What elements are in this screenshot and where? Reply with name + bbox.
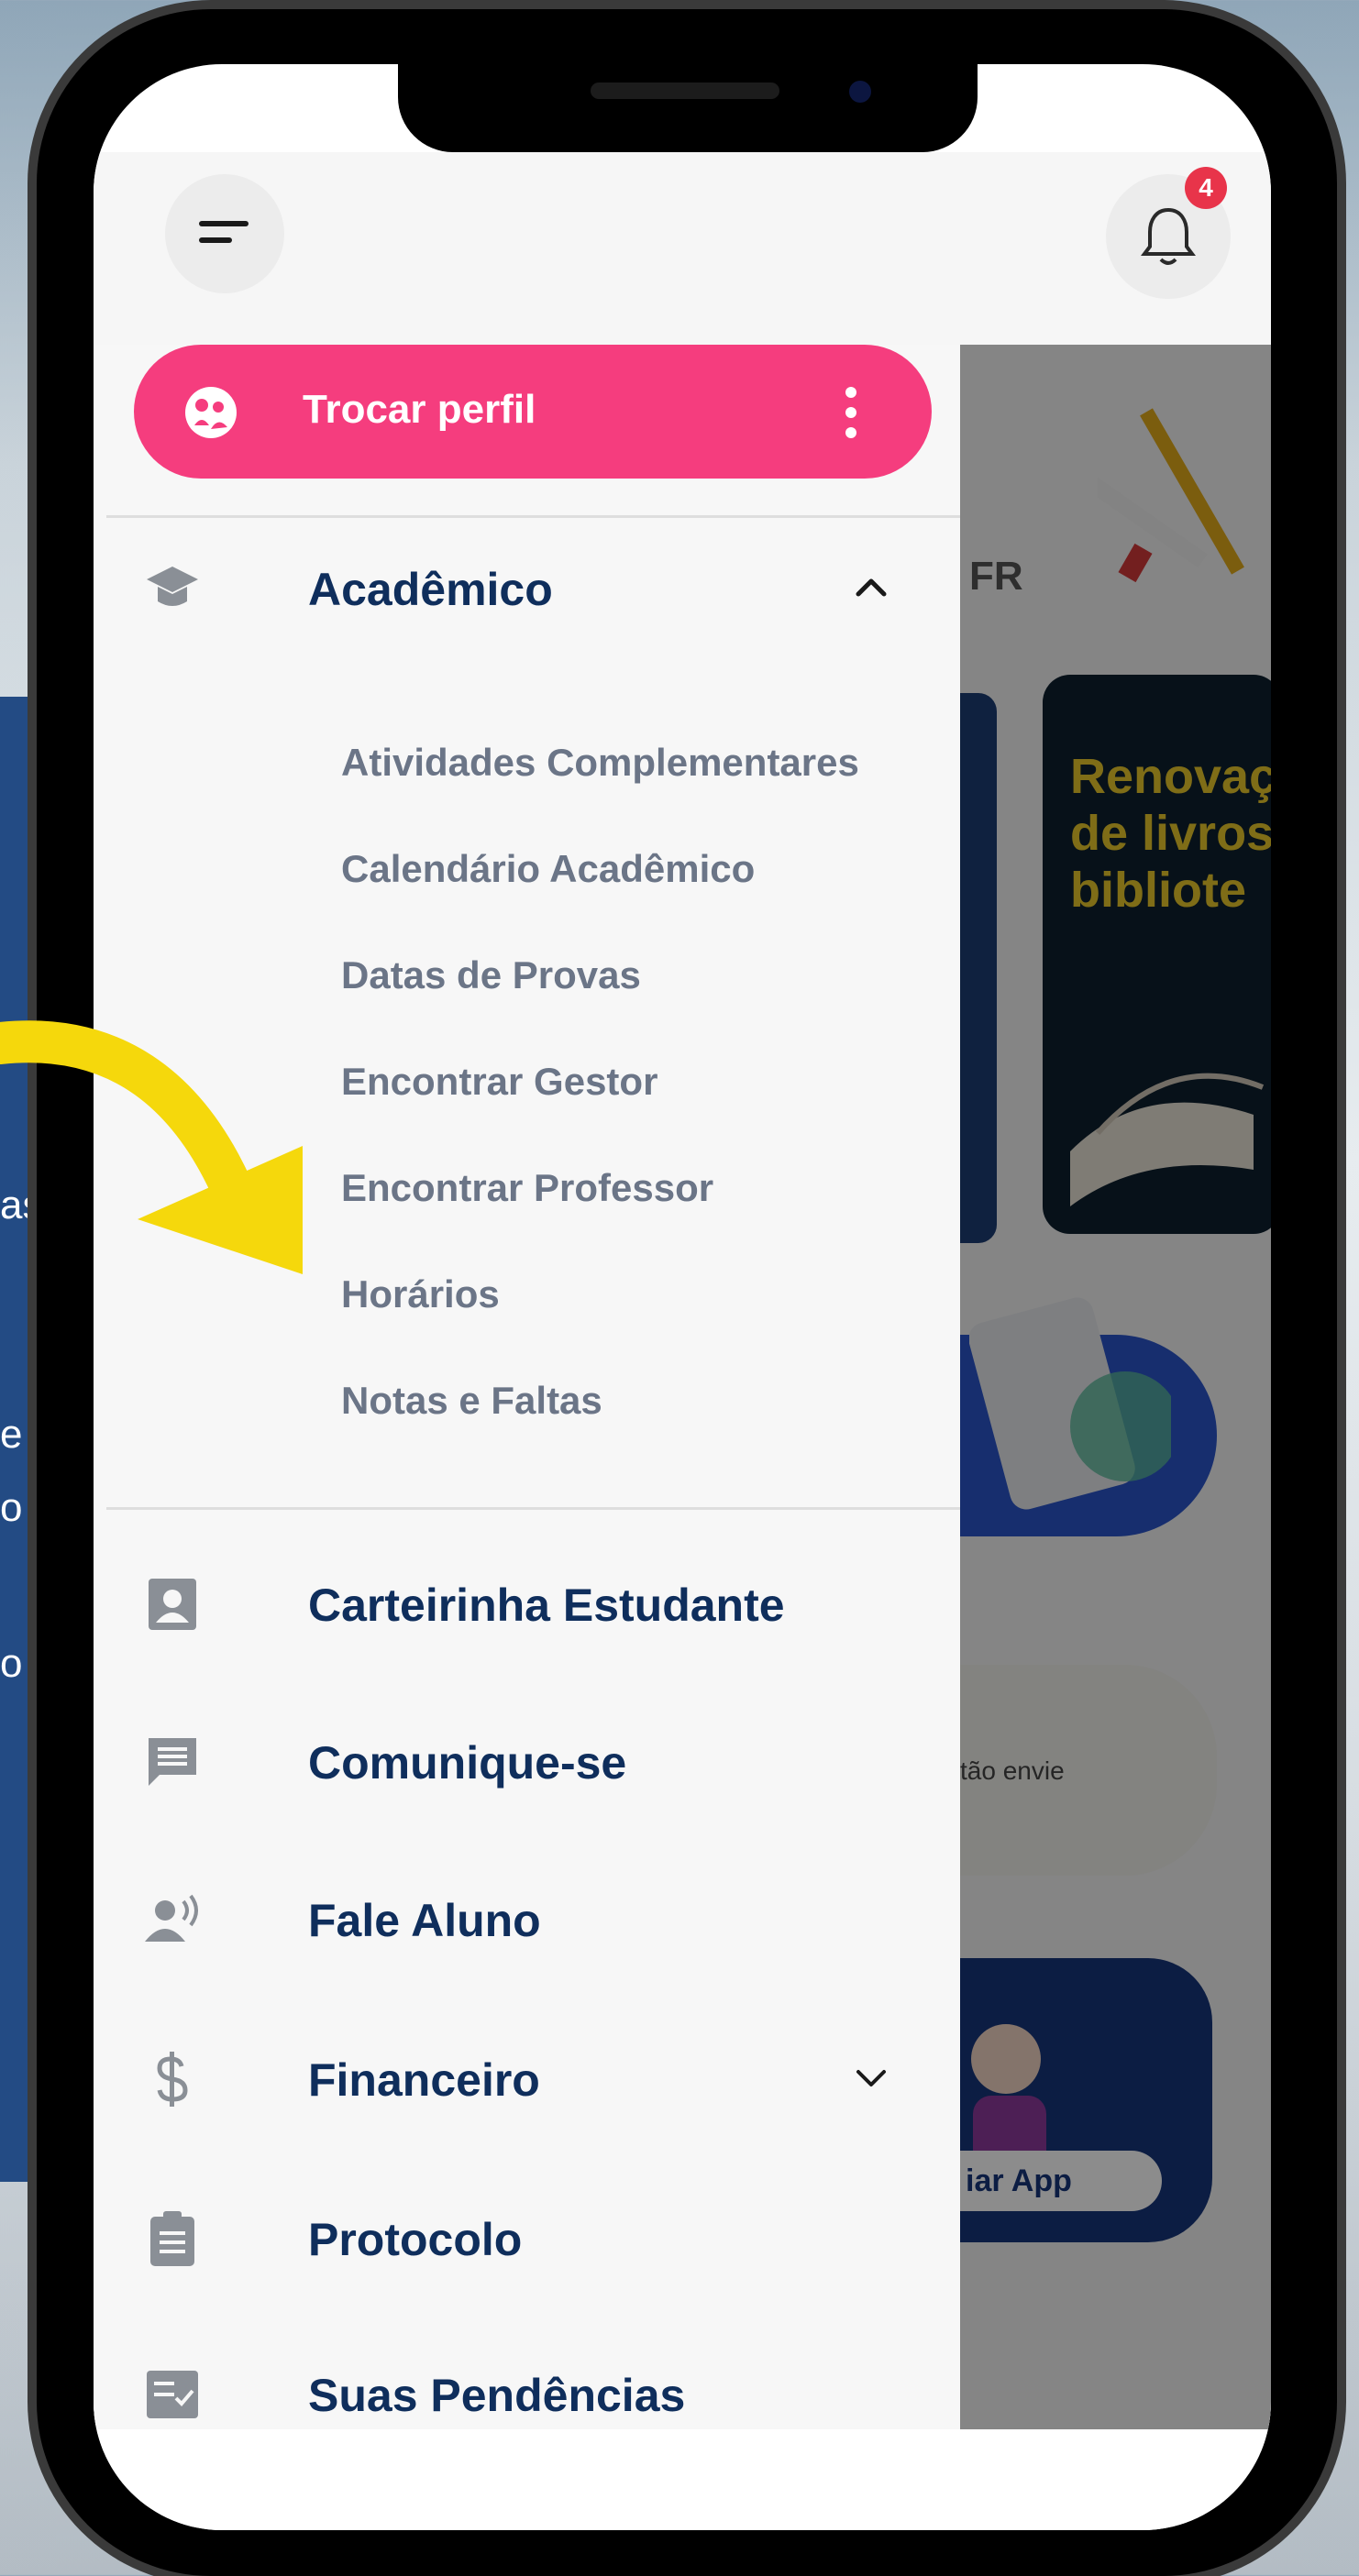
menu-item-label: Protocolo — [308, 2214, 523, 2265]
menu-item-label: Suas Pendências — [308, 2370, 686, 2421]
menu-item-academico[interactable]: Acadêmico — [94, 535, 960, 636]
menu-item-suas-pendencias[interactable]: Suas Pendências — [94, 2341, 960, 2429]
submenu-notas-e-faltas[interactable]: Notas e Faltas — [341, 1379, 602, 1423]
graduation-cap-icon — [147, 567, 198, 606]
menu-item-comunique-se[interactable]: Comunique-se — [94, 1709, 960, 1810]
background-text: o — [0, 1641, 23, 1686]
submenu-datas-de-provas[interactable]: Datas de Provas — [341, 953, 641, 997]
more-options-icon[interactable] — [845, 385, 856, 440]
menu-item-fale-aluno[interactable]: Fale Aluno — [94, 1866, 960, 1967]
bell-icon — [1141, 207, 1196, 265]
voice-person-icon — [145, 1894, 198, 1942]
menu-item-carteirinha-estudante[interactable]: Carteirinha Estudante — [94, 1551, 960, 1652]
menu-item-label: Comunique-se — [308, 1737, 627, 1789]
message-icon — [149, 1738, 196, 1786]
checklist-icon — [147, 2371, 198, 2418]
background-text: e — [0, 1412, 23, 1457]
submenu-horarios[interactable]: Horários — [341, 1272, 500, 1316]
menu-item-label: Acadêmico — [308, 564, 553, 615]
menu-item-protocolo[interactable]: Protocolo — [94, 2185, 960, 2286]
speaker-grille — [591, 83, 779, 99]
submenu-encontrar-gestor[interactable]: Encontrar Gestor — [341, 1060, 657, 1104]
submenu-atividades-complementares[interactable]: Atividades Complementares — [341, 741, 859, 785]
menu-button[interactable] — [165, 174, 284, 293]
divider — [106, 515, 960, 518]
clipboard-icon — [150, 2211, 194, 2266]
switch-profile-label: Trocar perfil — [303, 387, 536, 432]
front-camera — [849, 81, 871, 103]
id-card-icon — [149, 1579, 196, 1630]
chevron-up-icon[interactable] — [853, 570, 889, 603]
menu-item-financeiro[interactable]: Financeiro — [94, 2026, 960, 2127]
background-app-content: FR Renovaç de livros bibliote tão envie — [960, 345, 1271, 2429]
phone-screen: FR Renovaç de livros bibliote tão envie — [94, 64, 1271, 2530]
notification-badge: 4 — [1185, 167, 1227, 209]
profile-switch-icon — [185, 387, 237, 438]
menu-item-label: Fale Aluno — [308, 1895, 541, 1946]
menu-item-label: Carteirinha Estudante — [308, 1580, 785, 1631]
arrow-annotation-icon — [0, 1020, 303, 1274]
phone-notch — [398, 64, 978, 152]
hamburger-icon — [199, 221, 249, 243]
background-text: o — [0, 1485, 23, 1530]
navigation-drawer: Trocar perfil Acadêmico Atividades Compl… — [94, 345, 960, 2429]
submenu-encontrar-professor[interactable]: Encontrar Professor — [341, 1166, 713, 1210]
bottom-bar — [94, 2429, 1271, 2530]
submenu-calendario-academico[interactable]: Calendário Acadêmico — [341, 847, 755, 891]
divider — [106, 1507, 960, 1510]
menu-item-label: Financeiro — [308, 2054, 540, 2106]
switch-profile-button[interactable]: Trocar perfil — [134, 345, 932, 479]
overlay-scrim[interactable] — [960, 345, 1271, 2429]
chevron-down-icon[interactable] — [853, 2061, 889, 2094]
dollar-icon — [157, 2052, 188, 2107]
